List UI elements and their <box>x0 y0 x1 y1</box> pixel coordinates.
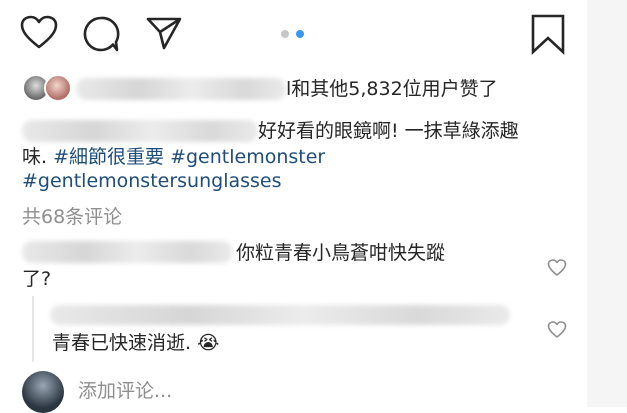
liker-avatar-2[interactable] <box>44 74 72 102</box>
bookmark-icon[interactable] <box>530 13 566 55</box>
comment-icon[interactable] <box>82 15 120 53</box>
caption-text: 味. <box>22 146 48 168</box>
add-comment-input[interactable]: 添加评论... <box>78 378 172 404</box>
right-edge-strip <box>587 0 627 407</box>
caption-line-1: 好好看的眼鏡啊! 一抹草綠添趣 <box>258 120 519 142</box>
heart-outline-small-icon[interactable] <box>547 321 567 339</box>
blurred-username <box>22 241 232 263</box>
carousel-dot-2 <box>296 30 304 38</box>
blurred-username <box>50 305 510 325</box>
comment-text-line-1: 你粒青春小鳥蒼咁快失蹤 <box>236 242 446 264</box>
reply-divider <box>32 296 34 362</box>
likes-count[interactable]: l和其他5,832位用户赞了 <box>286 76 498 102</box>
blurred-username <box>76 78 286 100</box>
reply-text: 青春已快速消逝. 😭 <box>52 330 219 356</box>
blurred-username <box>22 120 258 142</box>
crying-face-emoji: 😭 <box>197 332 220 354</box>
carousel-dot-1 <box>281 30 289 38</box>
heart-outline-small-icon[interactable] <box>547 259 567 277</box>
reply-comment: 青春已快速消逝. <box>52 332 192 354</box>
heart-icon[interactable] <box>20 15 58 51</box>
share-icon[interactable] <box>145 15 183 51</box>
view-all-comments-link[interactable]: 共68条评论 <box>22 204 122 230</box>
comment-text-line-2: 了? <box>22 268 52 290</box>
hashtag[interactable]: #細節很重要 <box>53 146 164 168</box>
hashtag[interactable]: #gentlemonster <box>170 146 325 168</box>
hashtag[interactable]: #gentlemonstersunglasses <box>22 168 282 194</box>
caption-line-2: 味. #細節很重要 #gentlemonster <box>22 144 325 170</box>
